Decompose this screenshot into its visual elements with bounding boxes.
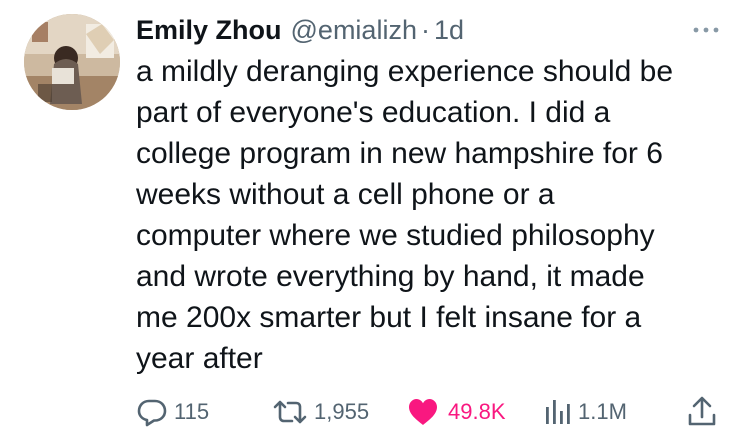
more-options-button[interactable] <box>690 20 724 40</box>
tweet-timestamp[interactable]: 1d <box>434 15 464 46</box>
author-display-name[interactable]: Emily Zhou <box>136 15 282 46</box>
profile-photo-icon <box>24 14 120 110</box>
tweet-text-line: year after <box>136 342 263 375</box>
tweet-text-line: weeks without a cell phone or a <box>136 178 555 211</box>
reply-count: 115 <box>174 399 210 424</box>
repost-count: 1,955 <box>314 399 370 424</box>
views-icon <box>546 400 570 424</box>
tweet-text-line: part of everyone's education. I did a <box>136 96 611 129</box>
views-button[interactable]: 1.1M <box>544 392 627 432</box>
tweet-text-line: computer where we studied philosophy <box>136 219 655 252</box>
tweet-text-line: college program in new hampshire for 6 <box>136 137 663 170</box>
share-button[interactable] <box>686 392 718 432</box>
views-count: 1.1M <box>578 399 627 424</box>
tweet: Emily Zhou @emializh · 1d a mildly deran… <box>0 0 750 443</box>
repost-button[interactable]: 1,955 <box>272 392 369 432</box>
more-horizontal-icon <box>693 27 719 33</box>
share-icon <box>688 396 716 426</box>
like-button[interactable]: 49.8K <box>406 392 506 432</box>
header-separator: · <box>420 14 430 45</box>
tweet-text-line: and wrote everything by hand, it made <box>136 260 645 293</box>
action-bar: 115 1,955 49.8K 1.1M <box>136 392 726 432</box>
author-handle[interactable]: @emializh <box>291 15 417 46</box>
tweet-text: a mildly deranging experience should be … <box>136 51 726 379</box>
reply-icon <box>137 399 167 427</box>
tweet-text-line: me 200x smarter but I felt insane for a <box>136 301 642 334</box>
reply-button[interactable]: 115 <box>136 392 209 432</box>
tweet-header: Emily Zhou @emializh · 1d <box>136 10 464 50</box>
avatar[interactable] <box>24 14 120 110</box>
repost-icon <box>273 400 307 424</box>
like-count: 49.8K <box>448 399 506 424</box>
tweet-text-line: a mildly deranging experience should be <box>136 55 674 88</box>
heart-icon <box>409 399 437 425</box>
